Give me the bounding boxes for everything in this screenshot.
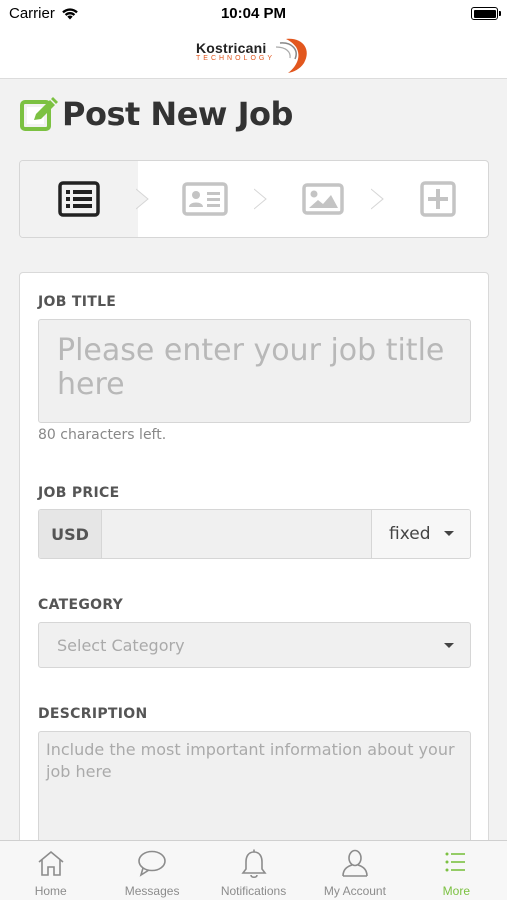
tab-my-account-label: My Account (323, 884, 386, 898)
job-title-char-count: 80 characters left. (38, 427, 167, 443)
chevron-down-icon (444, 531, 454, 536)
category-select[interactable]: Select Category (38, 622, 471, 668)
job-price-label: JOB PRICE (38, 485, 120, 501)
tab-notifications-label: Notifications (220, 884, 287, 898)
job-title-input[interactable]: Please enter your job title here (38, 319, 471, 423)
category-label: CATEGORY (38, 597, 124, 613)
job-price-group: USD fixed (38, 509, 471, 559)
status-bar: Carrier 10:04 PM (0, 0, 507, 28)
logo-subtext: TECHNOLOGY (196, 55, 276, 62)
tab-notifications[interactable]: Notifications (203, 841, 304, 900)
tab-more[interactable]: More (406, 841, 507, 900)
edit-icon (20, 97, 58, 131)
step-separator (254, 188, 267, 210)
price-type-select[interactable]: fixed (371, 510, 470, 558)
job-title-label: JOB TITLE (38, 294, 117, 310)
category-placeholder: Select Category (57, 636, 185, 655)
bottom-tab-bar: Home Messages Notifications My Account M… (0, 840, 507, 900)
job-price-input[interactable] (102, 510, 371, 558)
tab-messages-label: Messages (124, 884, 180, 898)
app-header: Kostricani TECHNOLOGY (0, 28, 507, 79)
step-job-details[interactable] (20, 161, 138, 237)
logo-swoosh-icon (275, 38, 307, 73)
image-icon (302, 183, 344, 215)
logo-text: Kostricani (196, 40, 267, 56)
tab-more-label: More (442, 884, 470, 898)
step-wizard (19, 160, 489, 238)
plus-square-icon (420, 181, 456, 217)
tab-my-account[interactable]: My Account (304, 841, 405, 900)
step-images[interactable] (270, 161, 376, 237)
tab-home[interactable]: Home (0, 841, 101, 900)
job-form-card: JOB TITLE Please enter your job title he… (19, 272, 489, 873)
step-contact[interactable] (152, 161, 258, 237)
id-card-icon (182, 182, 228, 216)
list-icon (58, 181, 100, 217)
tab-messages[interactable]: Messages (101, 841, 202, 900)
bell-icon (240, 849, 267, 879)
menu-list-icon (445, 852, 466, 872)
step-extras[interactable] (387, 161, 488, 237)
page-title: Post New Job (62, 95, 293, 133)
battery-icon (471, 7, 501, 20)
description-label: DESCRIPTION (38, 706, 148, 722)
user-icon (342, 849, 368, 877)
currency-addon: USD (39, 510, 102, 558)
tab-home-label: Home (34, 884, 67, 898)
home-icon (38, 850, 64, 876)
chat-bubble-icon (138, 850, 166, 877)
price-type-value: fixed (389, 524, 431, 544)
step-separator (136, 161, 149, 237)
chevron-down-icon (444, 643, 454, 648)
page-title-row: Post New Job (20, 95, 293, 133)
brand-logo[interactable]: Kostricani TECHNOLOGY (194, 35, 316, 75)
step-separator (371, 188, 384, 210)
status-time: 10:04 PM (220, 5, 287, 22)
